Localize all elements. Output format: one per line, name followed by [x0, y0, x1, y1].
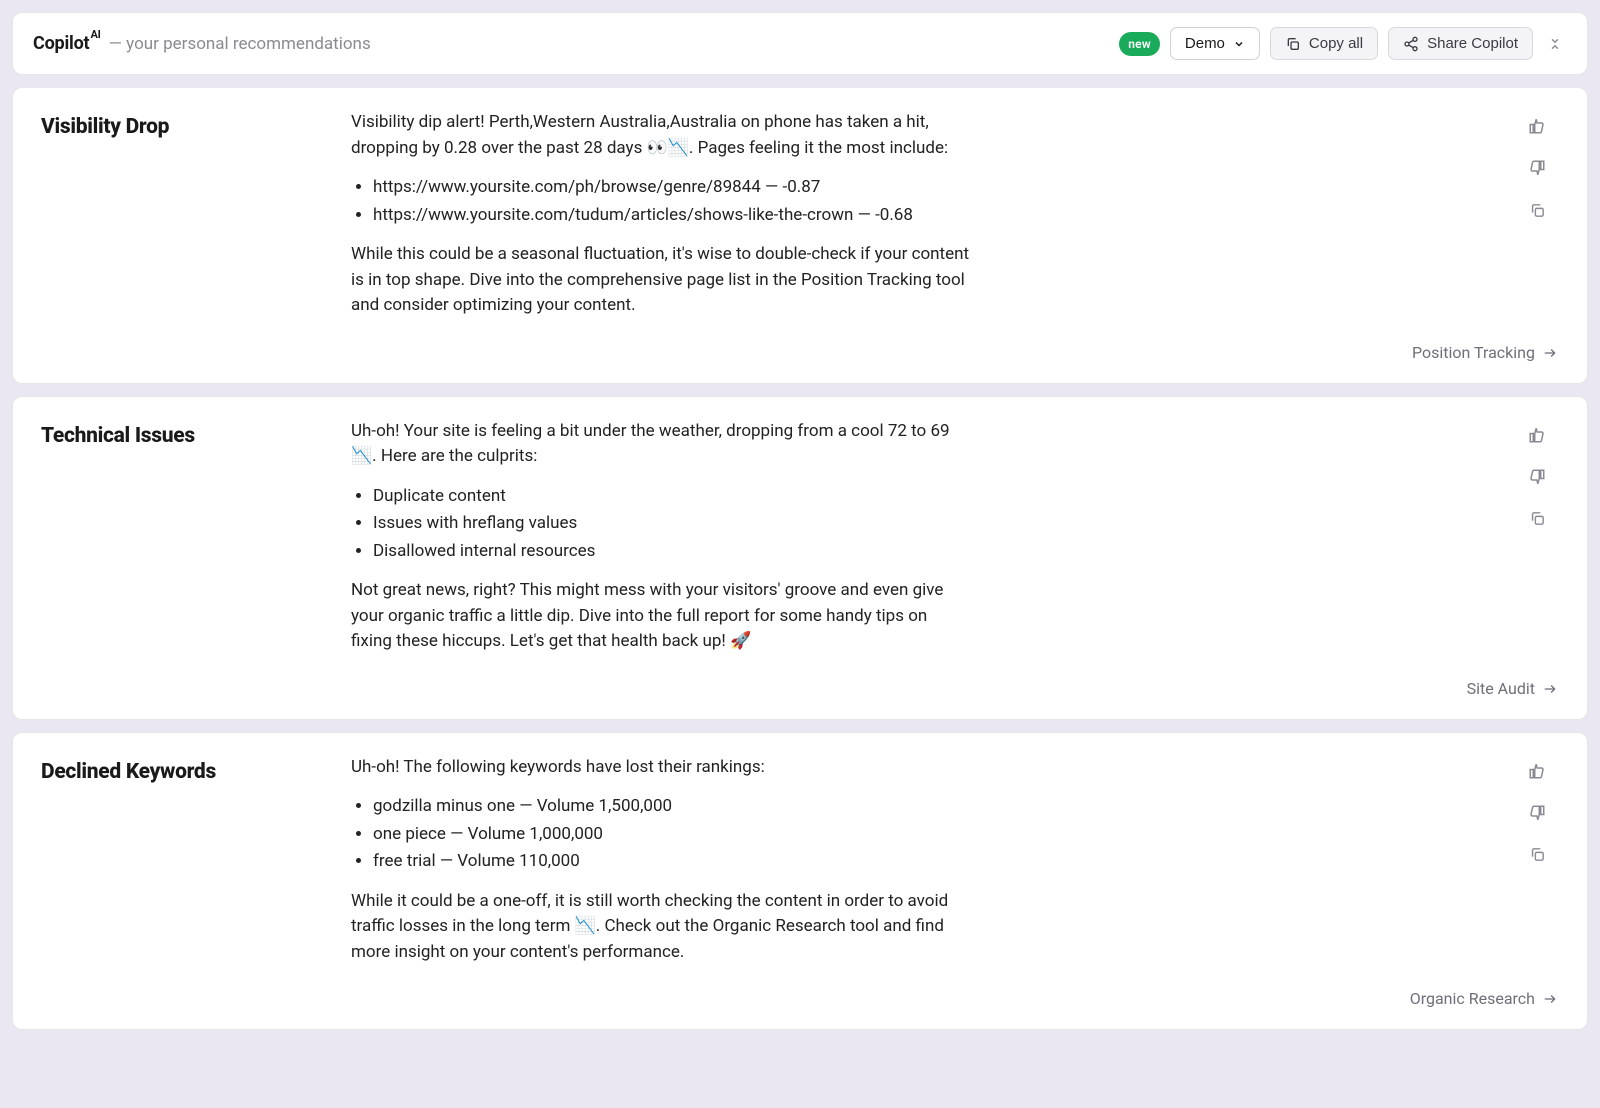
thumbs-up-icon [1528, 762, 1546, 780]
brand-sup: AI [90, 28, 100, 41]
card-actions [1515, 419, 1559, 669]
card-list: Duplicate content Issues with hreflang v… [351, 484, 971, 565]
card-body: Visibility dip alert! Perth,Western Aust… [351, 110, 971, 333]
footer-link-site-audit[interactable]: Site Audit [1467, 677, 1559, 701]
card-declined-keywords: Declined Keywords Uh-oh! The following k… [12, 732, 1588, 1031]
thumbs-up-button[interactable] [1523, 757, 1551, 785]
footer-link-position-tracking[interactable]: Position Tracking [1412, 341, 1559, 365]
footer-link-label: Site Audit [1467, 677, 1535, 701]
copilot-header: CopilotAI — your personal recommendation… [12, 12, 1588, 75]
header-left: CopilotAI — your personal recommendation… [33, 30, 371, 58]
card-intro: Uh-oh! Your site is feeling a bit under … [351, 419, 971, 470]
card-outro: Not great news, right? This might mess w… [351, 578, 971, 655]
brand-title: CopilotAI [33, 30, 101, 57]
card-title: Visibility Drop [41, 110, 341, 333]
thumbs-up-button[interactable] [1523, 421, 1551, 449]
card-actions [1515, 755, 1559, 980]
thumbs-up-icon [1528, 426, 1546, 444]
footer-link-organic-research[interactable]: Organic Research [1410, 987, 1559, 1011]
thumbs-down-icon [1528, 468, 1546, 486]
card-technical-issues: Technical Issues Uh-oh! Your site is fee… [12, 396, 1588, 720]
share-label: Share Copilot [1427, 35, 1518, 52]
demo-label: Demo [1185, 35, 1225, 52]
copy-icon [1285, 36, 1301, 52]
thumbs-up-button[interactable] [1523, 112, 1551, 140]
copy-card-button[interactable] [1523, 841, 1551, 869]
card-body: Uh-oh! Your site is feeling a bit under … [351, 419, 971, 669]
card-actions [1515, 110, 1559, 333]
copy-icon [1529, 846, 1546, 863]
list-item: https://www.yoursite.com/tudum/articles/… [373, 203, 971, 229]
arrow-right-icon [1541, 992, 1559, 1006]
card-outro: While it could be a one-off, it is still… [351, 889, 971, 966]
copy-all-button[interactable]: Copy all [1270, 27, 1378, 60]
chevron-down-icon [1233, 38, 1245, 50]
list-item: free trial — Volume 110,000 [373, 849, 971, 875]
list-item: Issues with hreflang values [373, 511, 971, 537]
share-icon [1403, 36, 1419, 52]
card-outro: While this could be a seasonal fluctuati… [351, 242, 971, 319]
card-title: Technical Issues [41, 419, 341, 669]
list-item: Disallowed internal resources [373, 539, 971, 565]
header-right: new Demo Copy all Share Copilot [1119, 27, 1567, 60]
thumbs-down-button[interactable] [1523, 463, 1551, 491]
copy-icon [1529, 202, 1546, 219]
copy-card-button[interactable] [1523, 505, 1551, 533]
arrow-right-icon [1541, 346, 1559, 360]
card-title: Declined Keywords [41, 755, 341, 980]
list-item: one piece — Volume 1,000,000 [373, 822, 971, 848]
card-intro: Visibility dip alert! Perth,Western Aust… [351, 110, 971, 161]
copy-card-button[interactable] [1523, 196, 1551, 224]
card-list: https://www.yoursite.com/ph/browse/genre… [351, 175, 971, 228]
card-list: godzilla minus one — Volume 1,500,000 on… [351, 794, 971, 875]
new-badge: new [1119, 32, 1160, 56]
list-item: godzilla minus one — Volume 1,500,000 [373, 794, 971, 820]
card-body: Uh-oh! The following keywords have lost … [351, 755, 971, 980]
copy-all-label: Copy all [1309, 35, 1363, 52]
demo-dropdown[interactable]: Demo [1170, 27, 1260, 60]
thumbs-down-button[interactable] [1523, 799, 1551, 827]
list-item: Duplicate content [373, 484, 971, 510]
footer-link-label: Organic Research [1410, 987, 1535, 1011]
copy-icon [1529, 510, 1546, 527]
brand-name: Copilot [33, 33, 89, 54]
card-visibility-drop: Visibility Drop Visibility dip alert! Pe… [12, 87, 1588, 384]
collapse-button[interactable] [1543, 30, 1567, 58]
thumbs-down-icon [1528, 804, 1546, 822]
list-item: https://www.yoursite.com/ph/browse/genre… [373, 175, 971, 201]
arrow-right-icon [1541, 682, 1559, 696]
card-intro: Uh-oh! The following keywords have lost … [351, 755, 971, 781]
collapse-icon [1548, 36, 1562, 52]
share-copilot-button[interactable]: Share Copilot [1388, 27, 1533, 60]
thumbs-down-icon [1528, 159, 1546, 177]
footer-link-label: Position Tracking [1412, 341, 1535, 365]
thumbs-up-icon [1528, 117, 1546, 135]
thumbs-down-button[interactable] [1523, 154, 1551, 182]
header-subtitle: — your personal recommendations [109, 32, 371, 58]
